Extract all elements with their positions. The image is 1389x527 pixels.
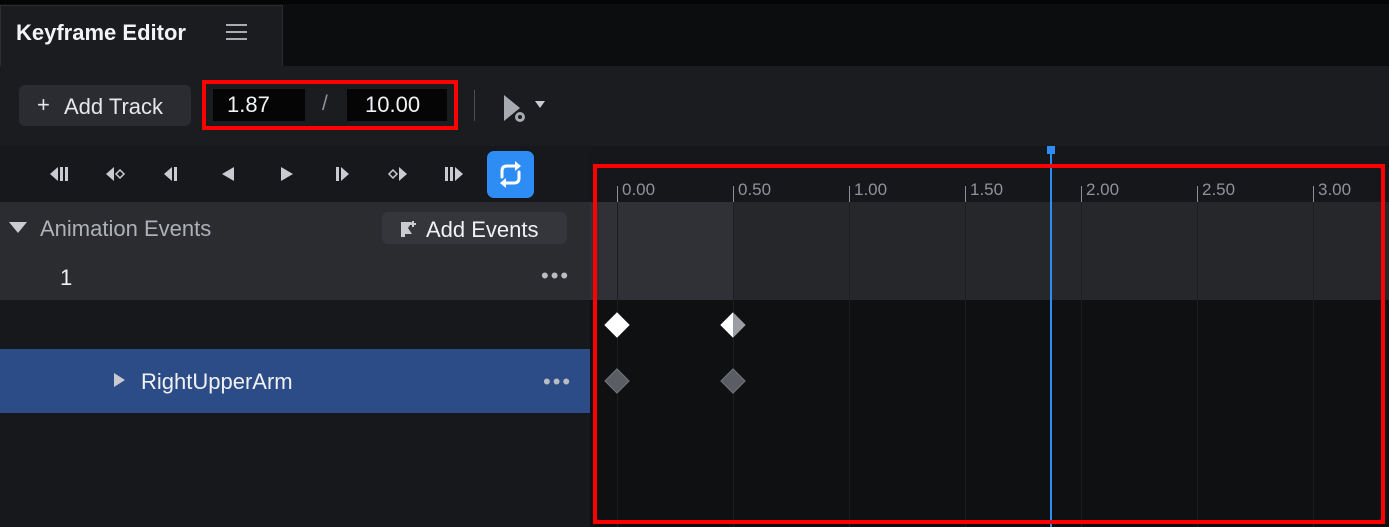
first-keyframe-icon[interactable] (43, 160, 77, 188)
play-reverse-icon[interactable] (211, 160, 245, 188)
animation-events-label: Animation Events (40, 216, 212, 241)
event-row[interactable] (0, 252, 590, 300)
expand-caret-icon[interactable] (114, 373, 125, 387)
track-more-options-icon[interactable]: ••• (543, 369, 572, 395)
prev-frame-icon[interactable] (155, 160, 189, 188)
timeline-highlight (593, 164, 1385, 524)
toolbar-divider (474, 90, 475, 121)
tab-title: Keyframe Editor (16, 20, 186, 45)
plus-icon: + (37, 92, 50, 117)
time-fields-highlight (202, 80, 458, 130)
event-label: 1 (60, 265, 73, 290)
tab-bar-edge (0, 0, 1389, 4)
play-icon[interactable] (270, 160, 304, 188)
track-row[interactable] (0, 349, 590, 413)
add-track-label: Add Track (64, 94, 164, 119)
last-keyframe-icon[interactable] (437, 160, 471, 188)
add-event-flag-icon (401, 221, 416, 237)
next-keyframe-icon[interactable] (381, 160, 415, 188)
add-events-button[interactable]: Add Events (382, 212, 567, 244)
play-settings-icon[interactable] (500, 93, 548, 125)
loop-icon[interactable] (487, 151, 534, 198)
add-events-label: Add Events (426, 217, 539, 242)
event-more-options-icon[interactable]: ••• (541, 263, 570, 289)
add-track-button[interactable]: + Add Track (19, 85, 191, 126)
next-frame-icon[interactable] (325, 160, 359, 188)
track-name: RightUpperArm (141, 369, 293, 394)
collapse-caret-icon[interactable] (9, 222, 27, 233)
prev-keyframe-icon[interactable] (99, 160, 133, 188)
hamburger-menu-icon[interactable] (226, 24, 247, 40)
playhead-handle[interactable] (1047, 146, 1055, 154)
